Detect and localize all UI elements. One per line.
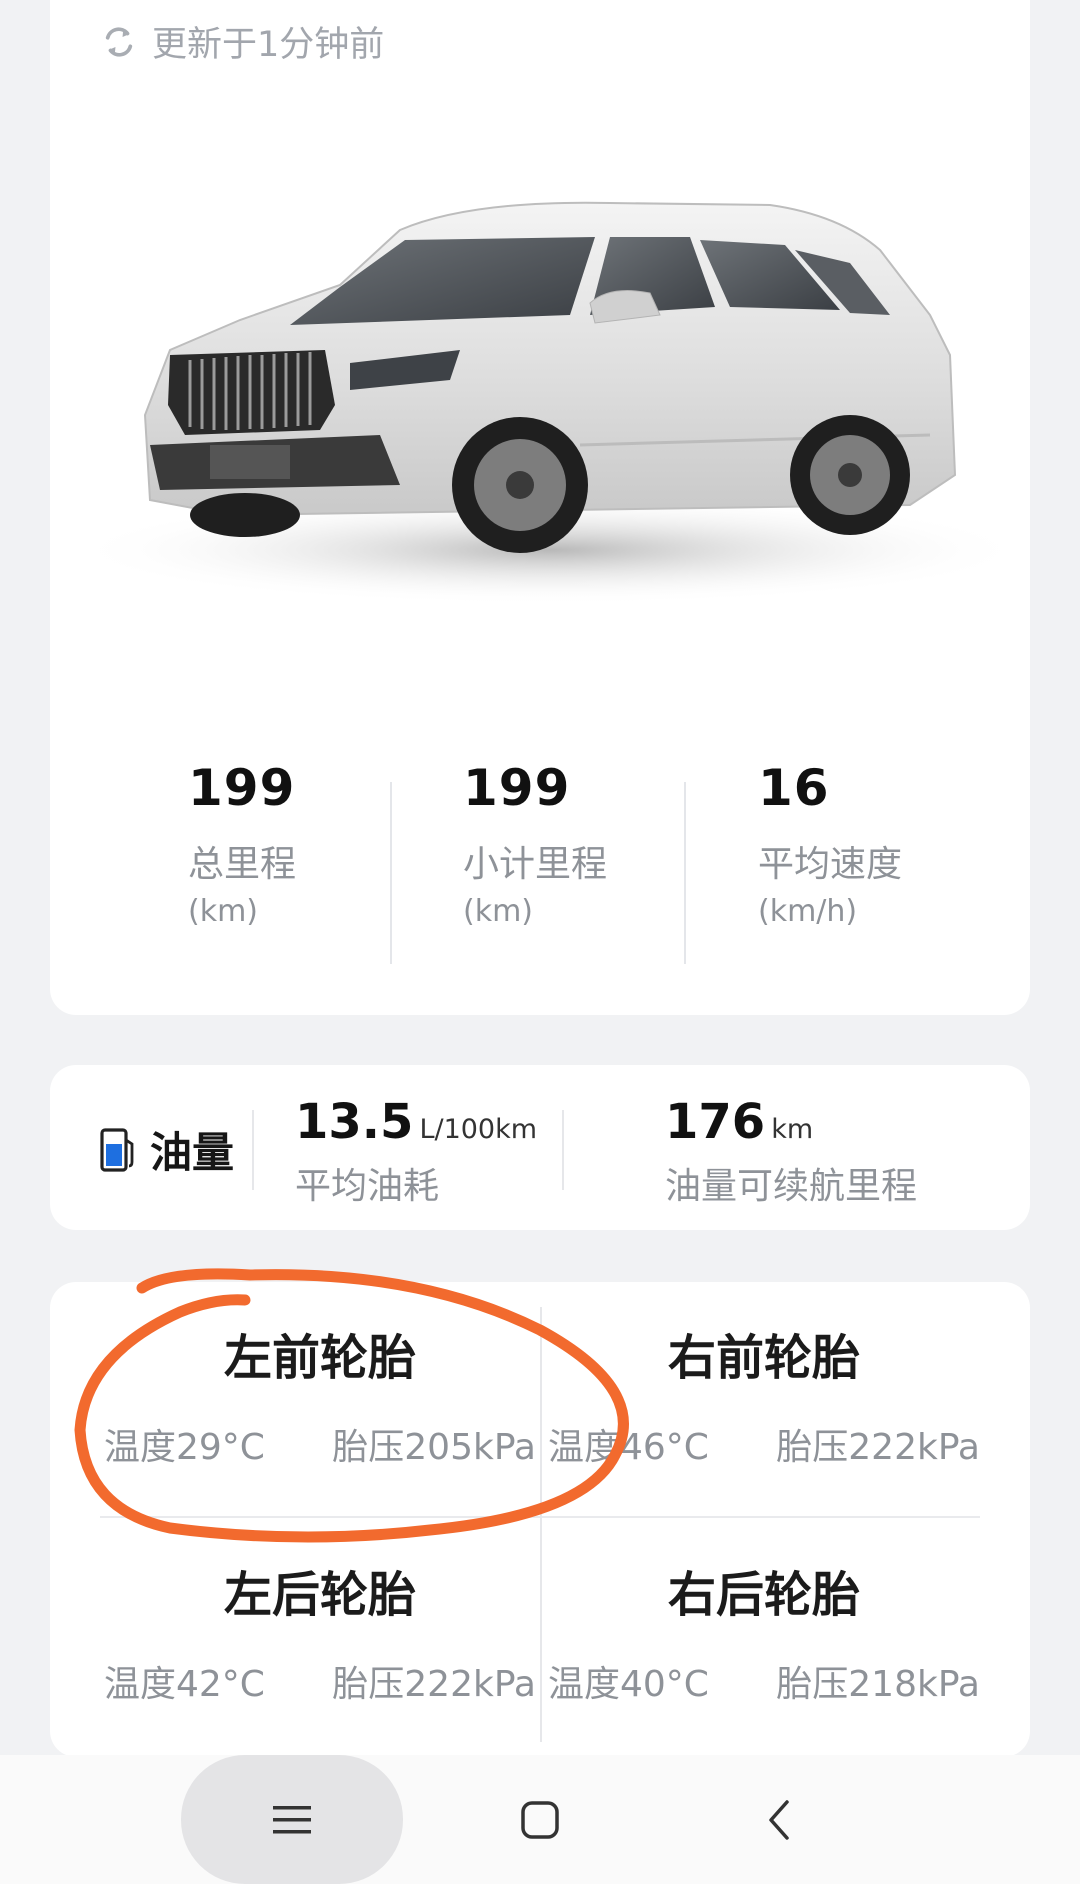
back-button[interactable]	[745, 1785, 815, 1855]
fuel-divider	[252, 1110, 254, 1190]
tire-rear-right: 右后轮胎 温度40°C 胎压218kPa	[544, 1567, 984, 1707]
fuel-range-unit: km	[771, 1114, 814, 1145]
fuel-title: 油量	[150, 1128, 235, 1177]
tire-temperature: 温度40°C	[548, 1664, 709, 1705]
tire-temperature: 温度42°C	[104, 1664, 265, 1705]
stat-unit: (km/h)	[758, 894, 858, 929]
tire-pressure: 胎压205kPa	[332, 1427, 536, 1468]
stat-total-mileage: 199 总里程 (km)	[188, 760, 296, 930]
tire-values: 温度42°C 胎压222kPa	[100, 1663, 540, 1707]
vehicle-overview-card: 更新于1分钟前 199 总里程 (km) 199 小计里程 (km) 16 平均…	[50, 0, 1030, 1015]
tire-name: 左前轮胎	[223, 1330, 416, 1386]
fuel-range: 176 km 油量可续航里程	[665, 1095, 917, 1209]
stat-value: 16	[758, 759, 830, 817]
stat-divider	[684, 782, 686, 964]
stat-divider	[390, 782, 392, 964]
tire-pressure: 胎压222kPa	[776, 1427, 980, 1468]
stat-unit: (km)	[463, 894, 534, 929]
update-text: 更新于1分钟前	[152, 25, 385, 65]
fuel-consumption: 13.5 L/100km 平均油耗	[295, 1095, 537, 1209]
fuel-range-value-row: 176 km	[665, 1095, 917, 1157]
stat-avg-speed: 16 平均速度 (km/h)	[758, 760, 902, 930]
tire-name: 左后轮胎	[223, 1567, 416, 1623]
tire-temperature: 温度46°C	[548, 1427, 709, 1468]
tire-name: 右后轮胎	[667, 1567, 860, 1623]
tire-front-right: 右前轮胎 温度46°C 胎压222kPa	[544, 1330, 984, 1470]
home-icon	[521, 1801, 559, 1839]
tire-temperature: 温度29°C	[104, 1427, 265, 1468]
fuel-card[interactable]: 油量 13.5 L/100km 平均油耗 176 km 油量可续航里程	[50, 1065, 1030, 1230]
tire-values: 温度29°C 胎压205kPa	[100, 1426, 540, 1470]
refresh-icon[interactable]	[102, 25, 136, 59]
tire-name: 右前轮胎	[667, 1330, 860, 1386]
tire-status-card[interactable]: 左前轮胎 温度29°C 胎压205kPa 右前轮胎 温度46°C 胎压222kP…	[50, 1282, 1030, 1757]
back-icon	[769, 1800, 789, 1840]
fuel-consumption-value: 13.5	[295, 1094, 414, 1150]
tire-values: 温度46°C 胎压222kPa	[544, 1426, 984, 1470]
stat-label: 平均速度	[758, 844, 903, 885]
tire-values: 温度40°C 胎压218kPa	[544, 1663, 984, 1707]
fuel-divider	[562, 1110, 564, 1190]
stat-label: 小计里程	[463, 844, 608, 885]
fuel-pump-icon	[100, 1128, 134, 1172]
tire-rear-left: 左后轮胎 温度42°C 胎压222kPa	[100, 1567, 540, 1707]
system-navigation-bar	[0, 1755, 1080, 1884]
menu-icon	[273, 1805, 311, 1833]
home-button[interactable]	[505, 1785, 575, 1855]
tire-front-left: 左前轮胎 温度29°C 胎压205kPa	[100, 1330, 540, 1470]
stat-value: 199	[188, 759, 296, 817]
menu-button[interactable]	[181, 1755, 403, 1884]
fuel-consumption-unit: L/100km	[419, 1114, 538, 1145]
stat-value: 199	[463, 759, 571, 817]
car-image	[70, 201, 1030, 605]
tire-pressure: 胎压222kPa	[332, 1664, 536, 1705]
update-status[interactable]: 更新于1分钟前	[102, 16, 384, 67]
stat-label: 总里程	[188, 844, 297, 885]
tire-pressure: 胎压218kPa	[776, 1664, 980, 1705]
stat-trip-mileage: 199 小计里程 (km)	[463, 760, 607, 930]
fuel-consumption-value-row: 13.5 L/100km	[295, 1095, 537, 1157]
tire-divider-vertical	[540, 1307, 542, 1742]
fuel-range-value: 176	[665, 1094, 766, 1150]
stat-unit: (km)	[188, 894, 259, 929]
fuel-range-label: 油量可续航里程	[665, 1166, 918, 1207]
fuel-consumption-label: 平均油耗	[295, 1166, 440, 1207]
